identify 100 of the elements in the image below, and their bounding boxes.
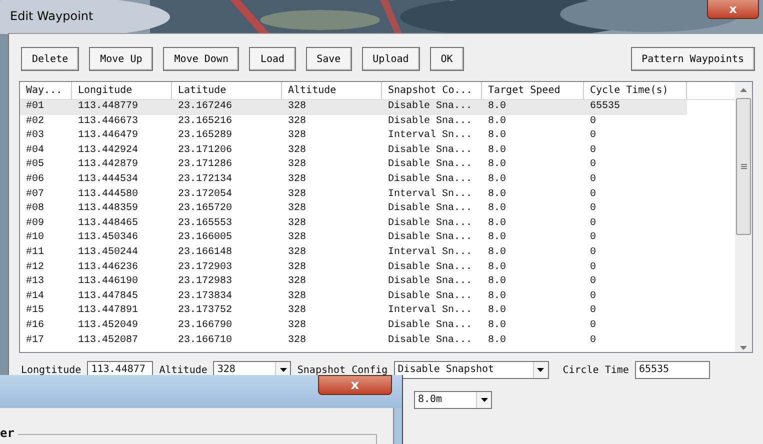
table-cell-text: 328 (287, 158, 308, 172)
close-button[interactable]: x (707, 0, 759, 19)
table-cell: 328 (282, 100, 382, 115)
table-row[interactable]: #17 113.452087 23.166710 328 Disable Sna... 8.0 0 (20, 334, 735, 348)
table-row[interactable]: #14 113.447845 23.173834 328 Disable Sna... 8.0 0 (20, 290, 735, 304)
table-cell-text: 23.165720 (177, 202, 234, 216)
table-cell-text: 8.0 (487, 304, 508, 318)
table-cell-text: 0 (589, 231, 598, 246)
table-cell-text: 23.172903 (177, 260, 234, 275)
table-cell-text: 113.452049 (77, 318, 140, 333)
table-cell-text: #05 (25, 158, 46, 172)
table-row[interactable]: #15 113.447891 23.173752 328 Interval Sn... 8.0 0 (20, 304, 735, 319)
table-row[interactable]: #13 113.446190 23.172983 328 Disable Sna... 8.0 0 (20, 275, 735, 290)
toolbar-button[interactable]: Upload (362, 47, 420, 71)
table-cell-text: Disable Sna... (387, 231, 474, 246)
table-cell-text: Interval Sn... (387, 188, 474, 202)
toolbar-button[interactable]: Move Up (89, 47, 154, 71)
table-cell-text: 328 (287, 231, 308, 246)
table-cell-text: Disable Sna... (387, 318, 474, 333)
table-row[interactable]: #06 113.444534 23.172134 328 Disable Sna... 8.0 0 (20, 172, 735, 188)
scroll-thumb[interactable] (736, 98, 751, 235)
table-cell-text: 23.166710 (177, 334, 234, 348)
table-cell-text: 23.165289 (177, 129, 234, 144)
table-cell-text: 0 (589, 260, 598, 275)
table-row[interactable]: #16 113.452049 23.166790 328 Disable Sna... 8.0 0 (20, 318, 735, 334)
table-cell-text: #09 (25, 216, 46, 231)
table-cell-text: Disable Sna... (387, 114, 474, 129)
table-cell-text: #11 (25, 246, 46, 260)
toolbar-button[interactable]: Save (306, 47, 352, 71)
toolbar-button[interactable]: Load (249, 47, 296, 71)
table-cell-text: Disable Sna... (387, 202, 474, 216)
field-label: Circle Time (562, 364, 629, 376)
table-cell-text: 23.165553 (177, 216, 234, 231)
table-cell-text: Disable Sna... (387, 144, 474, 158)
toolbar-button[interactable]: Move Down (163, 47, 240, 71)
table-cell-text: Disable Sna... (387, 290, 474, 304)
dropdown-arrow-icon (480, 398, 488, 402)
snapshot-dropdown[interactable]: Disable Snapshot (394, 361, 549, 379)
table-row[interactable]: #09 113.448465 23.165553 328 Disable Sna... 8.0 0 (20, 216, 735, 232)
table-row[interactable]: #03 113.446479 23.165289 328 Interval Sn... 8.0 0 (20, 129, 735, 144)
table-cell-text: #15 (25, 304, 46, 318)
table-row[interactable]: #07 113.444580 23.172054 328 Interval Sn... 8.0 0 (20, 188, 735, 202)
scroll-up-icon[interactable] (740, 88, 747, 92)
table-row[interactable]: #11 113.450244 23.166148 328 Interval Sn... 8.0 0 (20, 246, 735, 261)
table-cell-text: 328 (287, 304, 308, 318)
table-row[interactable]: #02 113.446673 23.165216 328 Disable Sna... 8.0 0 (20, 114, 735, 130)
table-cell-text: 0 (589, 334, 598, 348)
table-cell-text: 8.0 (487, 202, 508, 216)
table-row[interactable]: #10 113.450346 23.166005 328 Disable Sna... 8.0 0 (20, 231, 735, 246)
table-cell-text: #04 (25, 144, 46, 158)
table-cell-text: 113.444534 (77, 172, 140, 187)
table-cell-text: 113.444580 (77, 188, 140, 202)
table-cell-text: 328 (287, 318, 308, 333)
table-row[interactable]: #04 113.442924 23.171206 328 Disable Sna... 8.0 0 (20, 144, 735, 158)
table-cell-text: 8.0 (487, 334, 508, 348)
window-title: Edit Waypoint (10, 9, 94, 23)
table-cell-text: Disable Sna... (387, 216, 474, 231)
table-cell-text: 0 (589, 172, 598, 187)
table-cell-text: 0 (589, 275, 598, 290)
table-cell-text: 0 (589, 114, 598, 129)
speed-dropdown[interactable]: 8.0m (414, 391, 492, 409)
table-cell-text: #13 (25, 275, 46, 290)
table-cell-text: 113.448465 (77, 216, 140, 231)
table-cell: #01 (20, 100, 72, 115)
table-cell-text: Interval Sn... (387, 246, 474, 260)
pattern-waypoints-button[interactable]: Pattern Waypoints (630, 47, 755, 71)
dropdown-arrow-icon (537, 368, 544, 372)
table-cell-text: 328 (287, 188, 308, 202)
table-row[interactable]: #05 113.442879 23.171286 328 Disable Sna... 8.0 0 (20, 158, 735, 173)
table-cell-text: 8.0 (487, 172, 508, 187)
table-cell-text: 8.0 (487, 246, 508, 260)
table-cell-text: 23.171206 (177, 144, 234, 158)
table-cell-text: 0 (589, 202, 598, 216)
table-row[interactable]: #01 113.448779 23.167246 328 Disable Sna... 8.0 65535 (20, 100, 735, 115)
table-cell-text: 0 (589, 246, 598, 260)
table-cell-text: 8.0 (487, 231, 508, 246)
table-cell-text: 328 (287, 260, 308, 275)
circle-time-field[interactable]: 65535 (634, 361, 710, 379)
table-cell-text: 8.0 (487, 318, 508, 333)
table-row[interactable]: #08 113.448359 23.165720 328 Disable Sna... 8.0 0 (20, 202, 735, 217)
table-cell-text: 113.447891 (77, 304, 140, 318)
table-cell-text: #16 (25, 318, 46, 333)
table-cell: 65535 (584, 100, 687, 115)
table-cell-text: #12 (25, 260, 46, 275)
table-cell-text: 328 (287, 144, 308, 158)
scrollbar[interactable] (735, 82, 752, 352)
table-cell-text: 113.446673 (77, 114, 140, 129)
table-cell-text: 328 (287, 129, 308, 144)
table-cell-text: 113.446479 (77, 129, 140, 144)
table-cell-text: 23.171286 (177, 158, 234, 172)
scroll-down-icon[interactable] (740, 346, 747, 350)
table-cell-text: 0 (589, 318, 598, 333)
table-cell-text: 113.448359 (77, 202, 140, 216)
close-button[interactable]: x (318, 375, 392, 395)
table-cell-text: 328 (287, 290, 308, 304)
table-row[interactable]: #12 113.446236 23.172903 328 Disable Sna... 8.0 0 (20, 260, 735, 276)
table-cell-text: 8.0 (487, 114, 508, 129)
toolbar-button[interactable]: Delete (21, 47, 80, 71)
toolbar-button[interactable]: OK (430, 47, 464, 71)
table-cell-text: #07 (25, 188, 46, 202)
